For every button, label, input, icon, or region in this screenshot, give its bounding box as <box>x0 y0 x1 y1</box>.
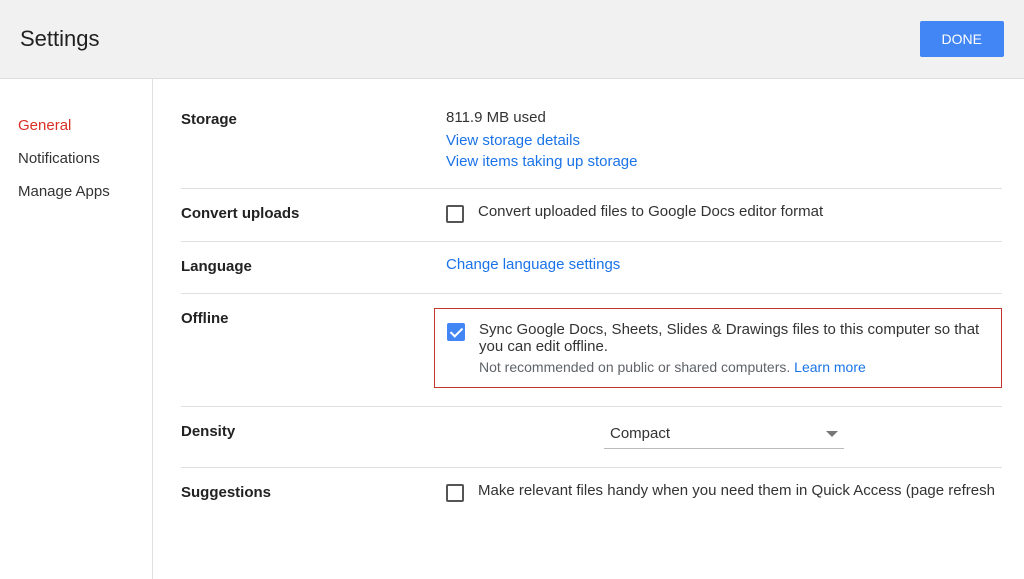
sidebar-item-notifications[interactable]: Notifications <box>0 142 152 175</box>
sidebar-item-manage-apps[interactable]: Manage Apps <box>0 175 152 208</box>
sidebar: General Notifications Manage Apps <box>0 79 153 579</box>
offline-note: Not recommended on public or shared comp… <box>479 359 991 375</box>
checkbox-suggestions-quick-access[interactable] <box>446 484 464 502</box>
suggestions-text: Make relevant files handy when you need … <box>478 482 995 499</box>
storage-used-text: 811.9 MB used <box>446 109 1002 126</box>
section-density: Density Compact <box>181 407 1002 468</box>
main-panel: Storage 811.9 MB used View storage detai… <box>153 79 1024 579</box>
chevron-down-icon <box>826 431 838 437</box>
section-label-storage: Storage <box>181 109 446 170</box>
section-language: Language Change language settings <box>181 242 1002 294</box>
section-body-offline: Sync Google Docs, Sheets, Slides & Drawi… <box>446 308 1002 388</box>
section-body-language: Change language settings <box>446 256 1002 275</box>
section-label-language: Language <box>181 256 446 275</box>
select-density-value: Compact <box>610 425 670 442</box>
done-button[interactable]: DONE <box>920 21 1004 57</box>
section-body-density: Compact <box>446 421 1002 449</box>
offline-note-prefix: Not recommended on public or shared comp… <box>479 359 794 375</box>
body: General Notifications Manage Apps Storag… <box>0 79 1024 579</box>
section-storage: Storage 811.9 MB used View storage detai… <box>181 109 1002 189</box>
section-label-density: Density <box>181 421 446 449</box>
link-change-language[interactable]: Change language settings <box>446 256 620 273</box>
section-body-storage: 811.9 MB used View storage details View … <box>446 109 1002 170</box>
header: Settings DONE <box>0 0 1024 79</box>
link-view-items-taking-storage[interactable]: View items taking up storage <box>446 153 1002 170</box>
page-title: Settings <box>20 26 100 52</box>
section-offline: Offline Sync Google Docs, Sheets, Slides… <box>181 294 1002 407</box>
link-view-storage-details[interactable]: View storage details <box>446 132 1002 149</box>
section-convert-uploads: Convert uploads Convert uploaded files t… <box>181 189 1002 242</box>
offline-text-group: Sync Google Docs, Sheets, Slides & Drawi… <box>479 321 991 375</box>
section-body-suggestions: Make relevant files handy when you need … <box>446 482 1002 502</box>
sidebar-item-general[interactable]: General <box>0 109 152 142</box>
link-learn-more-offline[interactable]: Learn more <box>794 359 866 375</box>
select-density[interactable]: Compact <box>604 421 844 449</box>
section-suggestions: Suggestions Make relevant files handy wh… <box>181 468 1002 520</box>
offline-sync-text: Sync Google Docs, Sheets, Slides & Drawi… <box>479 321 991 355</box>
section-label-offline: Offline <box>181 308 446 388</box>
checkbox-offline-sync[interactable] <box>447 323 465 341</box>
section-body-convert: Convert uploaded files to Google Docs ed… <box>446 203 1002 223</box>
checkbox-convert-uploads[interactable] <box>446 205 464 223</box>
section-label-convert: Convert uploads <box>181 203 446 223</box>
convert-uploads-text: Convert uploaded files to Google Docs ed… <box>478 203 823 220</box>
offline-highlight-box: Sync Google Docs, Sheets, Slides & Drawi… <box>434 308 1002 388</box>
section-label-suggestions: Suggestions <box>181 482 446 502</box>
